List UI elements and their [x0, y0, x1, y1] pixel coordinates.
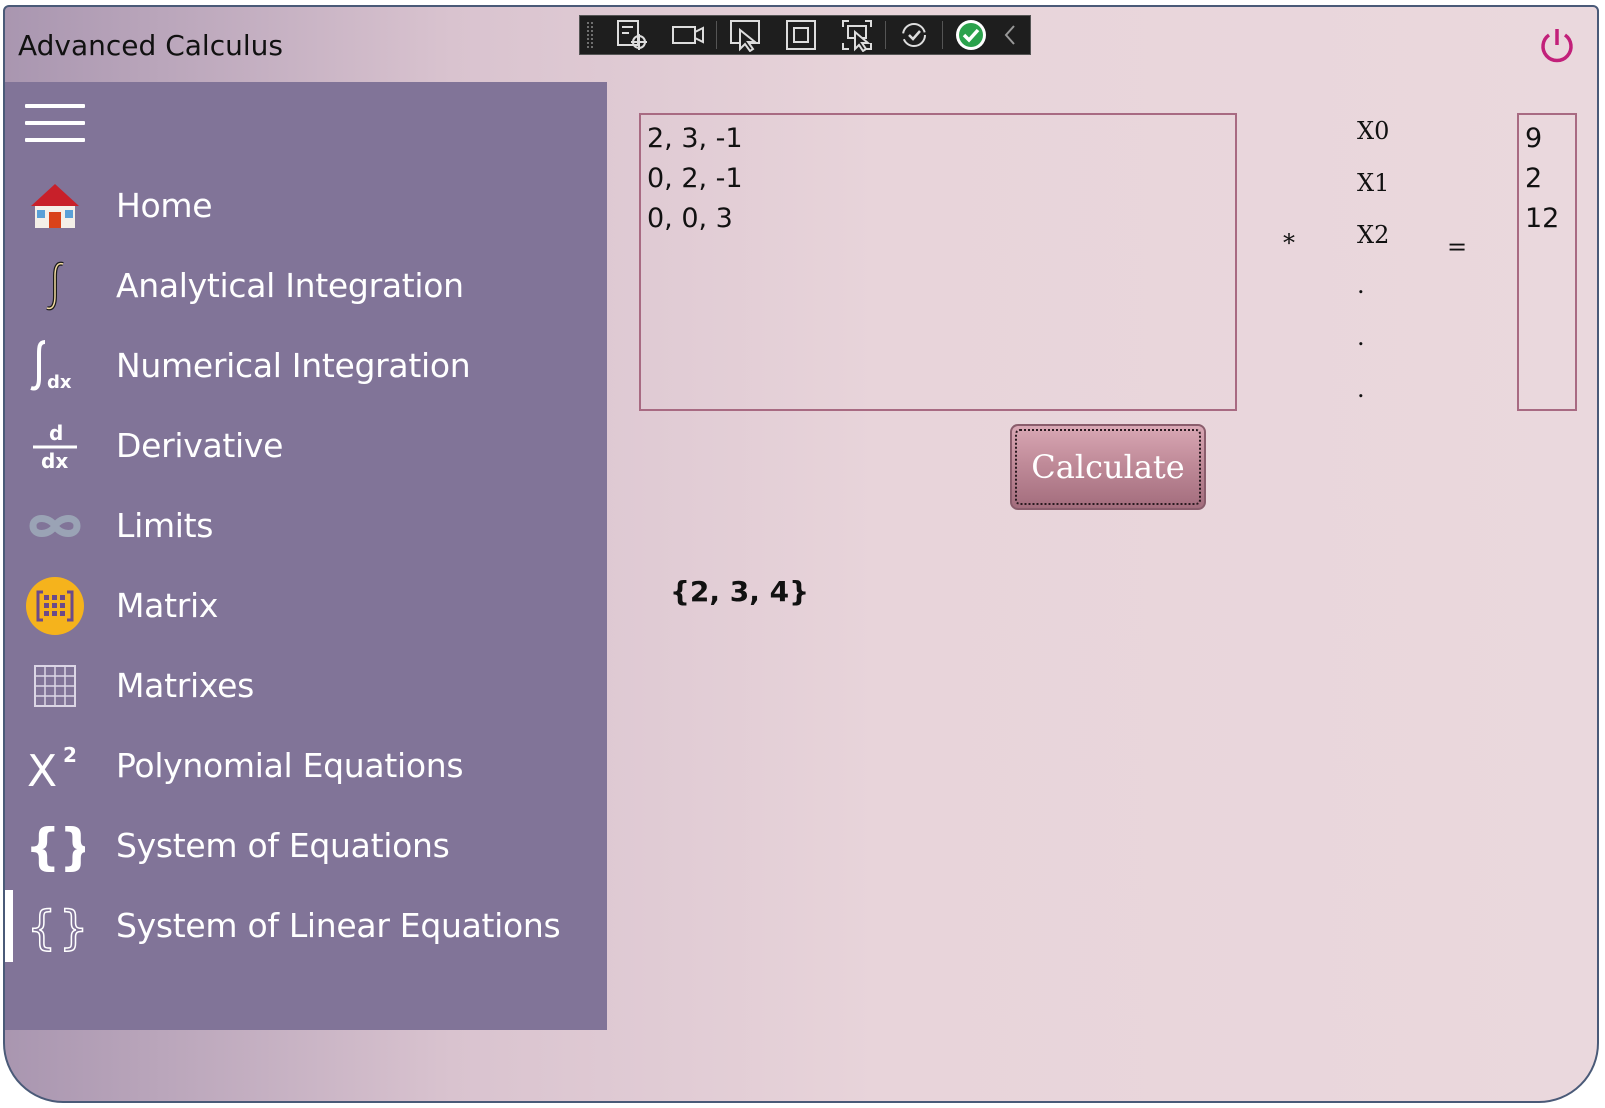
derivative-icon: d dx — [25, 416, 85, 476]
sidebar-item-matrixes[interactable]: Matrixes — [5, 646, 607, 726]
sidebar-item-label: Analytical Integration — [116, 266, 464, 305]
sidebar-item-numerical-integration[interactable]: dx Numerical Integration — [5, 326, 607, 406]
display-layout-adorners-icon[interactable] — [783, 18, 819, 52]
svg-text:X: X — [27, 746, 57, 796]
variable-label: X1 — [1357, 169, 1390, 197]
sidebar-item-label: Derivative — [116, 426, 284, 465]
collapse-chevron-icon[interactable] — [1001, 18, 1020, 52]
sidebar-item-system-of-linear-equations[interactable]: {} System of Linear Equations — [5, 886, 607, 966]
variable-ellipsis: . — [1357, 271, 1365, 299]
svg-text:dx: dx — [47, 372, 72, 393]
sidebar-item-label: Numerical Integration — [116, 346, 471, 385]
infinity-icon — [25, 496, 85, 556]
sidebar-item-derivative[interactable]: d dx Derivative — [5, 406, 607, 486]
sidebar-item-limits[interactable]: Limits — [5, 486, 607, 566]
sidebar-item-home[interactable]: Home — [5, 166, 607, 246]
selection-indicator — [5, 890, 13, 962]
sidebar-item-label: Matrix — [116, 586, 219, 625]
sidebar-item-label: Limits — [116, 506, 214, 545]
variable-label: X2 — [1357, 221, 1390, 249]
sidebar-item-label: Polynomial Equations — [116, 746, 464, 785]
toolbar-separator — [715, 21, 717, 49]
app-window: Advanced Calculus Home Analytical Integr… — [3, 5, 1599, 1103]
toolbar-grip[interactable] — [586, 21, 594, 49]
toolbar-separator — [884, 21, 886, 49]
hamburger-menu-icon[interactable] — [25, 104, 85, 144]
calculate-button-label: Calculate — [1031, 448, 1185, 486]
title-bar: Advanced Calculus — [5, 7, 1597, 82]
sidebar-item-analytical-integration[interactable]: Analytical Integration — [5, 246, 607, 326]
app-title: Advanced Calculus — [18, 29, 283, 62]
x-squared-icon: X2 — [25, 736, 85, 796]
sidebar-item-label: Matrixes — [116, 666, 254, 705]
svg-text:}: } — [59, 818, 85, 876]
sidebar-item-label: System of Equations — [116, 826, 450, 865]
debug-toolbar — [579, 15, 1031, 55]
constants-vector-input[interactable] — [1519, 115, 1575, 409]
svg-text:dx: dx — [41, 449, 68, 473]
sidebar-item-label: System of Linear Equations — [116, 906, 561, 945]
variable-ellipsis: . — [1357, 375, 1365, 403]
select-element-icon[interactable] — [727, 18, 763, 52]
check-icon[interactable] — [953, 18, 989, 52]
toolbar-separator — [941, 21, 943, 49]
hot-reload-icon[interactable] — [896, 18, 932, 52]
matrix-icon — [25, 576, 85, 636]
sidebar-item-polynomial-equations[interactable]: X2 Polynomial Equations — [5, 726, 607, 806]
camera-icon[interactable] — [670, 18, 706, 52]
live-visual-tree-icon[interactable] — [614, 18, 650, 52]
grid-icon — [25, 656, 85, 716]
constants-vector-field[interactable] — [1517, 113, 1577, 411]
integral-icon — [25, 256, 85, 316]
track-focus-icon[interactable] — [839, 18, 875, 52]
calculate-button[interactable]: Calculate — [1010, 424, 1206, 510]
coefficient-matrix-input[interactable] — [641, 115, 1235, 409]
sidebar: Home Analytical Integration dx Numerical… — [5, 82, 607, 1030]
sidebar-item-system-of-equations[interactable]: {} System of Equations — [5, 806, 607, 886]
power-icon[interactable] — [1537, 25, 1577, 65]
multiply-symbol: * — [1283, 229, 1295, 257]
braces-outline-icon: {} — [25, 896, 85, 956]
solution-output: {2, 3, 4} — [670, 575, 810, 608]
equals-symbol: = — [1447, 233, 1468, 261]
svg-text:{: { — [27, 901, 56, 955]
sidebar-item-matrix[interactable]: Matrix — [5, 566, 607, 646]
svg-text:d: d — [49, 421, 63, 445]
coefficient-matrix-field[interactable] — [639, 113, 1237, 411]
braces-icon: {} — [25, 816, 85, 876]
svg-text:{: { — [25, 818, 61, 876]
integral-dx-icon: dx — [25, 336, 85, 396]
variable-label: X0 — [1357, 117, 1390, 145]
variable-ellipsis: . — [1357, 323, 1365, 351]
svg-text:}: } — [59, 901, 85, 955]
sidebar-item-label: Home — [116, 186, 213, 225]
svg-text:2: 2 — [63, 743, 77, 767]
home-icon — [25, 176, 85, 236]
